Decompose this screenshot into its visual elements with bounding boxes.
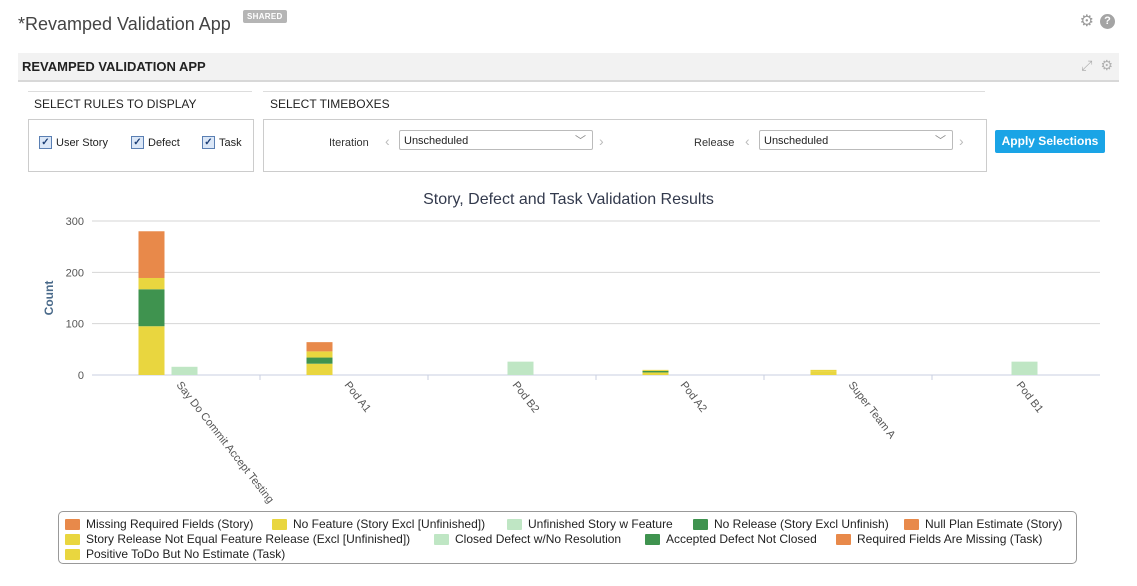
bar-segment: [810, 371, 837, 375]
legend-swatch: [904, 518, 919, 530]
legend-label: No Feature (Story Excl [Unfinished]): [293, 517, 486, 531]
legend-item[interactable]: Positive ToDo But No Estimate (Task): [65, 547, 285, 561]
bar-segment: [138, 289, 165, 327]
legend-label: Closed Defect w/No Resolution: [455, 532, 622, 546]
legend-label: No Release (Story Excl Unfinish): [714, 517, 889, 531]
legend-item[interactable]: Accepted Defect Not Closed: [645, 532, 817, 546]
legend-swatch: [507, 518, 522, 530]
bar-segment: [810, 369, 837, 372]
bar-segment: [171, 366, 198, 375]
legend-swatch: [434, 533, 449, 545]
bar-segment: [306, 342, 333, 352]
legend-item[interactable]: Story Release Not Equal Feature Release …: [65, 532, 410, 546]
x-tick-label: Super Team A: [846, 379, 898, 441]
legend-label: Accepted Defect Not Closed: [666, 532, 817, 546]
bar-segment: [306, 351, 333, 358]
y-tick-label: 300: [66, 216, 84, 228]
x-tick-label: Pod A1: [342, 379, 373, 414]
bar-segment: [138, 231, 165, 278]
bar-segment: [138, 326, 165, 375]
legend-label: Positive ToDo But No Estimate (Task): [86, 547, 286, 561]
legend-item[interactable]: Closed Defect w/No Resolution: [434, 532, 621, 546]
bar-segment: [1011, 361, 1038, 375]
y-tick-label: 200: [66, 267, 84, 279]
legend-label: Required Fields Are Missing (Task): [857, 532, 1043, 546]
bar-segment: [138, 277, 165, 290]
x-tick-label: Say Do Commit Accept Testing: [174, 379, 276, 505]
y-tick-label: 100: [66, 319, 84, 331]
chart-legend: Missing Required Fields (Story) No Featur…: [58, 511, 1077, 564]
legend-swatch: [645, 533, 660, 545]
legend-swatch: [65, 533, 80, 545]
legend-item[interactable]: Null Plan Estimate (Story): [904, 517, 1062, 531]
x-tick-label: Pod A2: [678, 379, 709, 414]
legend-swatch: [836, 533, 851, 545]
legend-label: Null Plan Estimate (Story): [925, 517, 1063, 531]
bar-segment: [306, 357, 333, 364]
legend-item[interactable]: Required Fields Are Missing (Task): [836, 532, 1042, 546]
legend-item[interactable]: No Feature (Story Excl [Unfinished]): [272, 517, 485, 531]
legend-item[interactable]: No Release (Story Excl Unfinish): [693, 517, 889, 531]
y-axis-label: Count: [42, 281, 56, 316]
bar-segment: [507, 361, 534, 375]
bar-segment: [642, 372, 669, 375]
bar-segment: [306, 363, 333, 375]
legend-swatch: [65, 548, 80, 560]
y-tick-label: 0: [78, 370, 84, 382]
legend-label: Missing Required Fields (Story): [86, 517, 254, 531]
legend-item[interactable]: Unfinished Story w Feature: [507, 517, 673, 531]
legend-swatch: [65, 518, 80, 530]
bar-segment: [642, 370, 669, 373]
legend-label: Story Release Not Equal Feature Release …: [86, 532, 411, 546]
legend-swatch: [272, 518, 287, 530]
chart-svg: 0 100 200 300 Count Say Do Commit Accept Test…: [42, 216, 1100, 506]
legend-item[interactable]: Missing Required Fields (Story): [65, 517, 253, 531]
bar-segment: [642, 369, 669, 371]
x-tick-label: Pod B2: [510, 379, 542, 415]
x-tick-label: Pod B1: [1014, 379, 1046, 415]
legend-label: Unfinished Story w Feature: [528, 517, 673, 531]
legend-swatch: [693, 518, 708, 530]
